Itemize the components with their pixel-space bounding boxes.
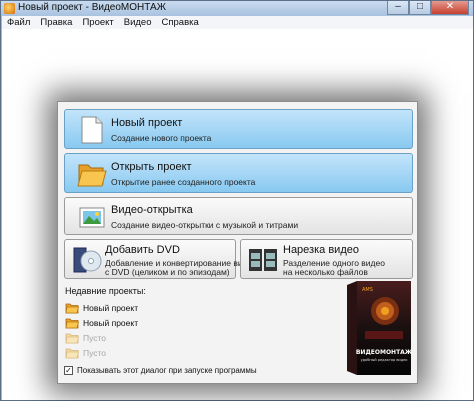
recent-project-label: Новый проект (83, 318, 139, 328)
svg-text:AMS: AMS (362, 287, 373, 293)
app-window: Новый проект - ВидеоМОНТАЖ – □ ✕ Файл Пр… (0, 0, 474, 401)
minimize-button[interactable]: – (387, 1, 409, 15)
film-icon (249, 249, 277, 271)
new-project-desc: Создание нового проекта (111, 133, 212, 143)
close-button[interactable]: ✕ (431, 1, 469, 15)
add-dvd-button[interactable]: Добавить DVD Добавление и конвертировани… (64, 239, 257, 279)
recent-projects-label: Недавние проекты: (65, 286, 146, 296)
folder-icon (77, 164, 107, 187)
recent-project-item: Пусто (65, 346, 185, 360)
video-postcard-button[interactable]: Видео-открытка Создание видео-открытки с… (64, 197, 413, 235)
open-project-title: Открыть проект (111, 161, 192, 173)
menu-bar: Файл Правка Проект Видео Справка (2, 16, 473, 29)
video-postcard-title: Видео-открытка (111, 204, 193, 216)
document-icon (81, 116, 103, 144)
folder-icon (65, 348, 79, 359)
new-project-button[interactable]: Новый проект Создание нового проекта (64, 109, 413, 149)
recent-project-item[interactable]: Новый проект (65, 301, 185, 315)
svg-text:ВИДЕОМОНТАЖ: ВИДЕОМОНТАЖ (356, 349, 413, 356)
menu-project[interactable]: Проект (77, 17, 118, 28)
add-dvd-title: Добавить DVD (105, 244, 180, 256)
cut-video-button[interactable]: Нарезка видео Разделение одного видео на… (240, 239, 413, 279)
add-dvd-desc-line2: с DVD (целиком и по эпизодам) (105, 267, 230, 277)
maximize-button[interactable]: □ (409, 1, 431, 15)
show-on-start-label: Показывать этот диалог при запуске прогр… (77, 366, 257, 375)
cut-video-title: Нарезка видео (283, 244, 359, 256)
new-project-title: Новый проект (111, 117, 183, 129)
video-postcard-desc: Создание видео-открытки с музыкой и титр… (111, 220, 299, 230)
window-title: Новый проект - ВидеоМОНТАЖ (18, 2, 166, 13)
folder-icon (65, 333, 79, 344)
menu-file[interactable]: Файл (2, 17, 35, 28)
workspace: Новый проект Создание нового проекта Отк… (2, 29, 473, 400)
menu-help[interactable]: Справка (157, 17, 204, 28)
show-on-start-row: ✓ Показывать этот диалог при запуске про… (64, 365, 264, 377)
open-project-desc: Открытие ранее созданного проекта (111, 177, 256, 187)
show-on-start-checkbox[interactable]: ✓ (64, 366, 73, 375)
dvd-icon (73, 247, 102, 273)
folder-icon (65, 303, 79, 314)
product-box-image: AMS ВИДЕОМОНТАЖ удобный редактор видео (347, 281, 413, 375)
svg-text:удобный редактор видео: удобный редактор видео (361, 358, 408, 362)
recent-project-label: Пусто (83, 333, 107, 343)
recent-project-label: Пусто (83, 348, 107, 358)
recent-project-item: Пусто (65, 331, 185, 345)
folder-icon (65, 318, 79, 329)
menu-edit[interactable]: Правка (35, 17, 77, 28)
recent-project-item[interactable]: Новый проект (65, 316, 185, 330)
title-bar[interactable]: Новый проект - ВидеоМОНТАЖ – □ ✕ (1, 1, 473, 16)
menu-video[interactable]: Видео (119, 17, 157, 28)
postcard-icon (79, 207, 105, 228)
app-icon (4, 3, 15, 14)
recent-project-label: Новый проект (83, 303, 139, 313)
open-project-button[interactable]: Открыть проект Открытие ранее созданного… (64, 153, 413, 193)
start-dialog: Новый проект Создание нового проекта Отк… (57, 101, 418, 384)
cut-video-desc-line2: на несколько файлов (283, 267, 368, 277)
